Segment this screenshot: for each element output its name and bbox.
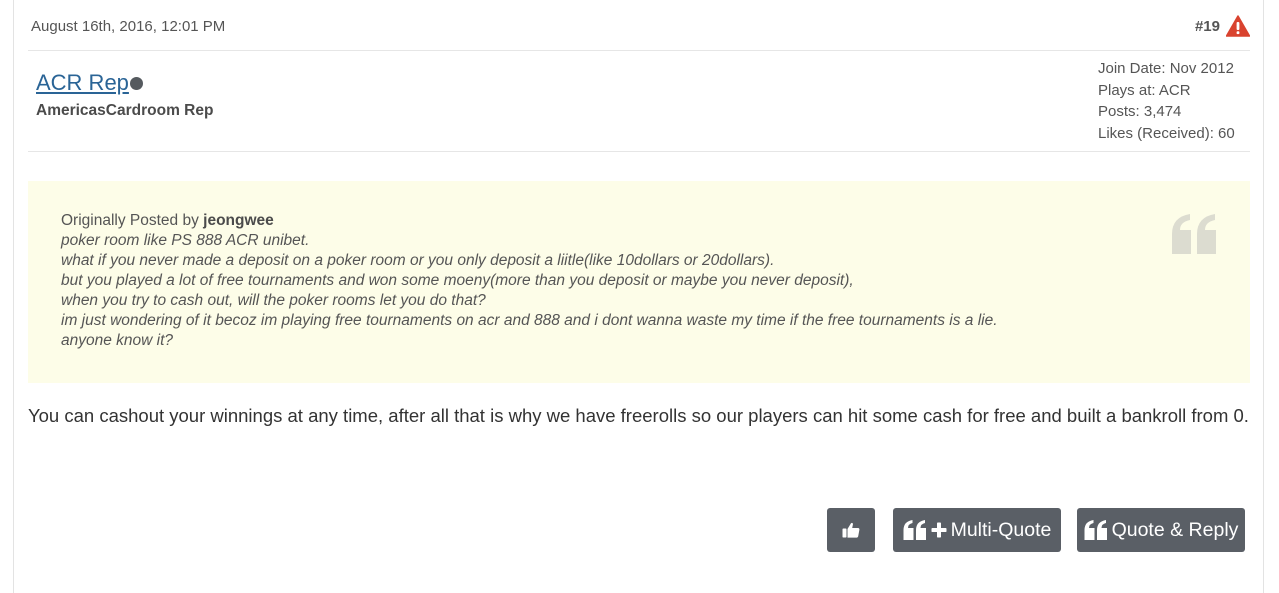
quote-line: what if you never made a deposit on a po… (61, 252, 775, 269)
multi-quote-label: Multi-Quote (950, 518, 1052, 541)
quote-reply-button[interactable]: Quote & Reply (1077, 508, 1245, 552)
plus-icon (931, 522, 947, 538)
quote-line: anyone know it? (61, 332, 174, 349)
warning-triangle-icon[interactable] (1225, 15, 1251, 37)
post-count: Posts: 3,474 (1098, 103, 1182, 120)
author-user-title: AmericasCardroom Rep (36, 102, 214, 119)
like-button[interactable] (827, 508, 875, 552)
multi-quote-button[interactable]: Multi-Quote (893, 508, 1061, 552)
thumbs-up-icon (842, 522, 860, 538)
quote-reply-label: Quote & Reply (1111, 518, 1239, 541)
quote-content: Originally Posted by jeongwee poker room… (61, 211, 1171, 351)
online-status-dot-icon (129, 76, 143, 90)
likes-received: Likes (Received): 60 (1098, 124, 1235, 142)
author-username: ACR Rep (36, 70, 129, 95)
quote-mark-icon (903, 520, 927, 540)
quote-line: im just wondering of it becoz im playing… (61, 312, 998, 329)
quote-attribution: Originally Posted by jeongwee (61, 211, 1171, 231)
plays-at: Plays at: ACR (1098, 81, 1191, 99)
author-username-link[interactable]: ACR Rep (36, 70, 143, 96)
post-body-text: You can cashout your winnings at any tim… (28, 405, 1249, 426)
quote-prefix: Originally Posted by (61, 212, 199, 229)
quote-line: but you played a lot of free tournaments… (61, 272, 854, 289)
quote-author: jeongwee (203, 212, 274, 229)
quote-mark-icon (1084, 520, 1108, 540)
quote-line: poker room like PS 888 ACR unibet. (61, 232, 310, 249)
join-date: Join Date: Nov 2012 (1098, 60, 1234, 77)
quote-mark-icon (1170, 214, 1220, 254)
post-date: August 16th, 2016, 12:01 PM (31, 18, 226, 35)
post-header: August 16th, 2016, 12:01 PM #19 (28, 0, 1251, 51)
author-info: ACR Rep AmericasCardroom Rep Join Date: … (28, 51, 1250, 152)
quote-line: when you try to cash out, will the poker… (61, 292, 486, 309)
quote-block: Originally Posted by jeongwee poker room… (28, 181, 1250, 383)
author-stats: Join Date: Nov 2012 Plays at: ACR Posts:… (1098, 58, 1235, 144)
post-number-link[interactable]: #19 (1195, 18, 1220, 35)
forum-post: August 16th, 2016, 12:01 PM #19 ACR Rep … (13, 0, 1264, 593)
